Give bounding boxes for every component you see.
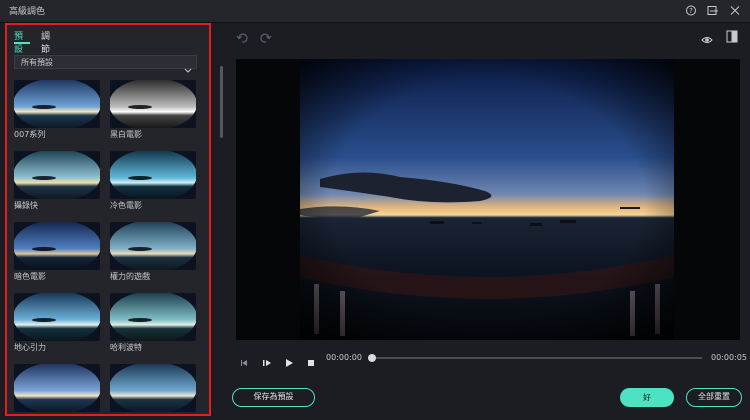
preset-label: 冷色電影: [110, 201, 142, 210]
frame-back-icon[interactable]: [239, 353, 249, 372]
preset-label: 007系列: [14, 130, 46, 139]
preset-thumbnail[interactable]: [14, 222, 100, 270]
maximize-button[interactable]: [703, 2, 721, 19]
preset-thumbnail[interactable]: [110, 364, 196, 412]
preset-label: 權力的遊戲: [110, 272, 150, 281]
ok-button[interactable]: 好: [620, 388, 674, 407]
preset-label: 哈利波特: [110, 343, 142, 352]
chevron-down-icon: [184, 59, 192, 78]
preset-thumbnail[interactable]: [14, 151, 100, 199]
stop-icon[interactable]: [306, 353, 316, 372]
preset-thumbnail[interactable]: [110, 151, 196, 199]
preset-filter-dropdown[interactable]: 所有預設: [14, 55, 197, 73]
title-bar: 高級調色 ?: [0, 0, 750, 23]
window-title: 高級調色: [9, 7, 46, 17]
active-tab-indicator: [14, 42, 30, 44]
panel-scrollbar[interactable]: [220, 66, 223, 138]
preset-panel: 預設 調節 所有預設 007系列 黑白電影 攝錄快 冷色電影 暗色電影 權力的遊…: [5, 23, 211, 416]
playhead[interactable]: [368, 354, 376, 362]
current-time: 00:00:00: [326, 353, 362, 362]
video-preview-image: [300, 59, 674, 340]
preset-thumbnail[interactable]: [110, 222, 196, 270]
preset-thumbnail[interactable]: [110, 80, 196, 128]
compare-icon[interactable]: [726, 28, 738, 47]
undo-icon[interactable]: [236, 29, 248, 48]
timeline-track[interactable]: [372, 357, 702, 359]
dropdown-value: 所有預設: [21, 58, 53, 67]
frame-forward-icon[interactable]: [262, 353, 272, 372]
eye-icon[interactable]: [701, 30, 713, 49]
reset-all-button[interactable]: 全部重置: [686, 388, 742, 407]
redo-icon[interactable]: [260, 29, 272, 48]
svg-text:?: ?: [689, 7, 693, 15]
preset-thumbnail[interactable]: [14, 293, 100, 341]
preset-thumbnail[interactable]: [14, 80, 100, 128]
preset-label: 地心引力: [14, 343, 46, 352]
total-time: 00:00:05: [711, 353, 747, 362]
save-preset-button[interactable]: 保存為預設: [232, 388, 315, 407]
preset-thumbnail[interactable]: [14, 364, 100, 412]
tab-adjust[interactable]: 調節: [41, 29, 50, 55]
close-icon[interactable]: [726, 2, 744, 19]
preset-thumbnail[interactable]: [110, 293, 196, 341]
preset-label: 黑白電影: [110, 130, 142, 139]
preset-label: 暗色電影: [14, 272, 46, 281]
preset-label: 攝錄快: [14, 201, 38, 210]
help-icon[interactable]: ?: [682, 2, 700, 19]
play-icon[interactable]: [284, 353, 294, 372]
